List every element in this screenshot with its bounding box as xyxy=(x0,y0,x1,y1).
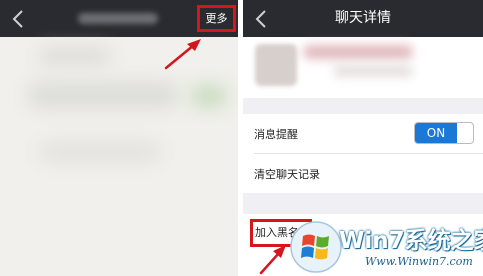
watermark-brand: Win7系统之家 xyxy=(339,228,483,254)
clear-history-row[interactable]: 清空聊天记录 xyxy=(243,154,483,193)
blurred-message xyxy=(190,85,228,107)
details-navbar: 聊天详情 xyxy=(243,0,483,37)
pointer-arrow-icon xyxy=(259,245,286,275)
back-arrow-icon[interactable] xyxy=(9,8,29,30)
blurred-message xyxy=(40,49,110,63)
pointer-arrow-icon xyxy=(164,39,201,70)
chat-title-blurred xyxy=(78,13,158,24)
chat-screen: 更多 xyxy=(0,0,238,276)
chat-message-area xyxy=(0,37,238,276)
blurred-message xyxy=(40,142,160,162)
page-title: 聊天详情 xyxy=(335,10,391,26)
watermark-url: Www.Winwin7.com xyxy=(365,255,473,268)
more-button[interactable]: 更多 xyxy=(197,5,236,32)
watermark: Win7系统之家 Www.Winwin7.com xyxy=(289,215,483,276)
message-alert-toggle[interactable]: ON xyxy=(414,122,474,144)
avatar[interactable] xyxy=(255,44,297,86)
toggle-on-state: ON xyxy=(415,123,457,143)
blurred-message xyxy=(28,82,178,108)
blurred-profile-detail xyxy=(333,65,413,77)
message-alert-row[interactable]: 消息提醒 ON xyxy=(243,114,483,154)
clear-history-label: 清空聊天记录 xyxy=(254,168,320,181)
blurred-profile-name xyxy=(303,45,413,59)
message-alert-label: 消息提醒 xyxy=(254,128,298,141)
settings-group: 消息提醒 ON 清空聊天记录 xyxy=(243,114,483,193)
windows-logo-icon xyxy=(290,221,342,273)
chat-navbar: 更多 xyxy=(0,0,238,37)
profile-section[interactable] xyxy=(243,37,483,98)
